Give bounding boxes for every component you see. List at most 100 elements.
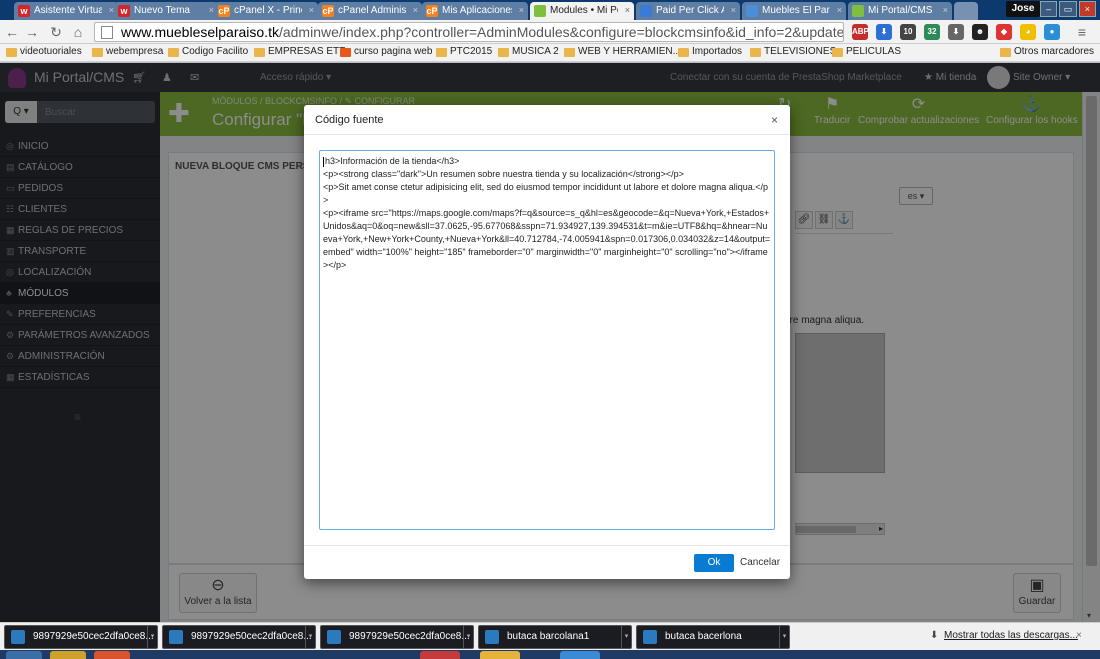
chevron-down-icon[interactable]: ▾ xyxy=(147,626,157,648)
download-item[interactable]: butaca bacerlona ▾ xyxy=(636,625,790,649)
code-line: <p><iframe src="https://maps.google.com/… xyxy=(323,208,771,270)
os-taskbar xyxy=(0,650,1100,659)
close-tab-icon[interactable]: × xyxy=(309,5,314,15)
close-tab-icon[interactable]: × xyxy=(731,5,736,15)
browser-user-chip[interactable]: Jose xyxy=(1006,1,1040,17)
file-icon xyxy=(11,630,25,644)
file-icon xyxy=(169,630,183,644)
source-code-textarea[interactable]: h3>Información de la tienda</h3> <p><str… xyxy=(319,150,775,530)
taskbar-app[interactable] xyxy=(50,651,86,659)
file-icon xyxy=(485,630,499,644)
w-icon: w xyxy=(18,5,30,17)
close-icon[interactable]: × xyxy=(771,113,778,127)
bookmark-folder[interactable]: videotuoriales xyxy=(6,46,82,57)
browser-tab[interactable]: Mi Portal/CMS × xyxy=(848,2,952,20)
taskbar-app[interactable] xyxy=(94,651,130,659)
text-cursor xyxy=(323,156,324,167)
file-icon xyxy=(327,630,341,644)
downloads-bar: 9897929e50cec2dfa0ce8... ▾ 9897929e50cec2… xyxy=(0,622,1100,650)
browser-tab[interactable]: cPcPanel Administración× xyxy=(318,2,422,20)
bookmark-folder[interactable]: EMPRESAS ETT xyxy=(254,46,345,57)
browser-tab[interactable]: cPcPanel X - Principal× xyxy=(214,2,318,20)
url-input[interactable]: www.muebleselparaiso.tk/adminwe/index.ph… xyxy=(94,22,844,42)
code-line: <p>Sit amet conse ctetur adipisicing eli… xyxy=(323,182,769,205)
new-tab-button[interactable] xyxy=(954,2,978,20)
window-controls: – ▭ × xyxy=(1040,1,1096,17)
browser-tab[interactable]: Muebles El Paraíso× xyxy=(742,2,846,20)
extension-icon[interactable]: 10 xyxy=(900,24,916,40)
address-bar-row: ← → ↻ ⌂ www.muebleselparaiso.tk/adminwe/… xyxy=(0,20,1100,44)
dialog-header: Código fuente × xyxy=(304,105,790,135)
chevron-down-icon[interactable]: ▾ xyxy=(305,626,315,648)
dialog-title: Código fuente xyxy=(315,114,384,126)
chevron-down-icon[interactable]: ▾ xyxy=(621,626,631,648)
code-line: <p><strong class="dark">Un resumen sobre… xyxy=(323,169,684,179)
w-icon: w xyxy=(118,5,130,17)
forward-icon[interactable]: → xyxy=(24,24,40,40)
chevron-down-icon[interactable]: ▾ xyxy=(463,626,473,648)
cpanel-icon: cP xyxy=(426,5,438,17)
download-item[interactable]: butaca barcolana1 ▾ xyxy=(478,625,632,649)
download-arrow-icon: ⬇ xyxy=(930,630,939,641)
browser-tab[interactable]: w Asistente Virtual × xyxy=(14,2,118,20)
start-button[interactable] xyxy=(6,651,42,659)
extension-icon[interactable]: ◆ xyxy=(996,24,1012,40)
adblock-icon[interactable]: ABP xyxy=(852,24,869,40)
taskbar-app[interactable] xyxy=(480,651,520,659)
dialog-footer: Ok Cancelar xyxy=(304,545,790,579)
bookmark-folder[interactable]: Importados xyxy=(678,46,742,57)
globe-icon xyxy=(640,5,652,17)
prestashop-icon xyxy=(534,5,546,17)
bookmark-folder[interactable]: WEB Y HERRAMIEN... xyxy=(564,46,681,57)
muebles-icon xyxy=(746,5,758,17)
bookmark-link[interactable]: curso pagina web xyxy=(340,46,432,57)
other-bookmarks[interactable]: Otros marcadores xyxy=(1000,46,1094,57)
tab-strip: w Asistente Virtual × w Nuevo Tema × cP cPane… xyxy=(0,0,1100,20)
bookmark-folder[interactable]: Codigo Facilito xyxy=(168,46,248,57)
bookmark-folder[interactable]: PELICULAS xyxy=(832,46,901,57)
file-icon xyxy=(643,630,657,644)
show-all-downloads-link[interactable]: ⬇ Mostrar todas las descargas... xyxy=(930,630,1078,641)
close-window-icon[interactable]: × xyxy=(1078,1,1096,17)
menu-icon[interactable]: ≡ xyxy=(1074,24,1090,40)
extension-icon[interactable]: 32 xyxy=(924,24,940,40)
browser-tab[interactable]: cP Mis Aplicaciones × xyxy=(422,2,528,20)
extension-icon[interactable]: ● xyxy=(1044,24,1060,40)
code-line: h3>Información de la tienda</h3> xyxy=(323,156,460,167)
prestashop-icon xyxy=(852,5,864,17)
page-icon xyxy=(101,26,113,39)
browser-tab[interactable]: Paid Per Click Adwords× xyxy=(636,2,740,20)
back-icon[interactable]: ← xyxy=(4,24,20,40)
close-tab-icon[interactable]: × xyxy=(625,5,630,15)
minimize-icon[interactable]: – xyxy=(1040,1,1058,17)
pacman-icon[interactable]: ◕ xyxy=(1020,24,1036,40)
cancel-button[interactable]: Cancelar xyxy=(740,557,780,568)
chevron-down-icon[interactable]: ▾ xyxy=(779,626,789,648)
bookmark-folder[interactable]: TELEVISIONES xyxy=(750,46,836,57)
download-item[interactable]: 9897929e50cec2dfa0ce8... ▾ xyxy=(320,625,474,649)
close-tab-icon[interactable]: × xyxy=(837,5,842,15)
cpanel-icon: cP xyxy=(218,5,230,17)
reload-icon[interactable]: ↻ xyxy=(48,24,64,40)
taskbar-app[interactable] xyxy=(420,651,460,659)
bookmark-folder[interactable]: webempresa xyxy=(92,46,163,57)
browser-tab-active[interactable]: Modules • Mi Portal× xyxy=(530,2,634,20)
cpanel-icon: cP xyxy=(322,5,334,17)
taskbar-app[interactable] xyxy=(560,651,600,659)
close-tab-icon[interactable]: × xyxy=(943,5,948,15)
home-icon[interactable]: ⌂ xyxy=(70,24,86,40)
browser-tab[interactable]: w Nuevo Tema × xyxy=(114,2,218,20)
download-item[interactable]: 9897929e50cec2dfa0ce8... ▾ xyxy=(4,625,158,649)
close-icon[interactable]: × xyxy=(1076,630,1082,641)
extension-icon[interactable]: ☻ xyxy=(972,24,988,40)
extension-icon[interactable]: ⬇ xyxy=(948,24,964,40)
close-tab-icon[interactable]: × xyxy=(413,5,418,15)
maximize-icon[interactable]: ▭ xyxy=(1059,1,1077,17)
bookmark-folder[interactable]: PTC2015 xyxy=(436,46,492,57)
close-tab-icon[interactable]: × xyxy=(519,5,524,15)
download-ext-icon[interactable]: ⬇ xyxy=(876,24,892,40)
bookmarks-bar: videotuoriales webempresa Codigo Facilit… xyxy=(0,44,1100,62)
bookmark-folder[interactable]: MUSICA 2 xyxy=(498,46,559,57)
ok-button[interactable]: Ok xyxy=(694,554,734,572)
download-item[interactable]: 9897929e50cec2dfa0ce8... ▾ xyxy=(162,625,316,649)
